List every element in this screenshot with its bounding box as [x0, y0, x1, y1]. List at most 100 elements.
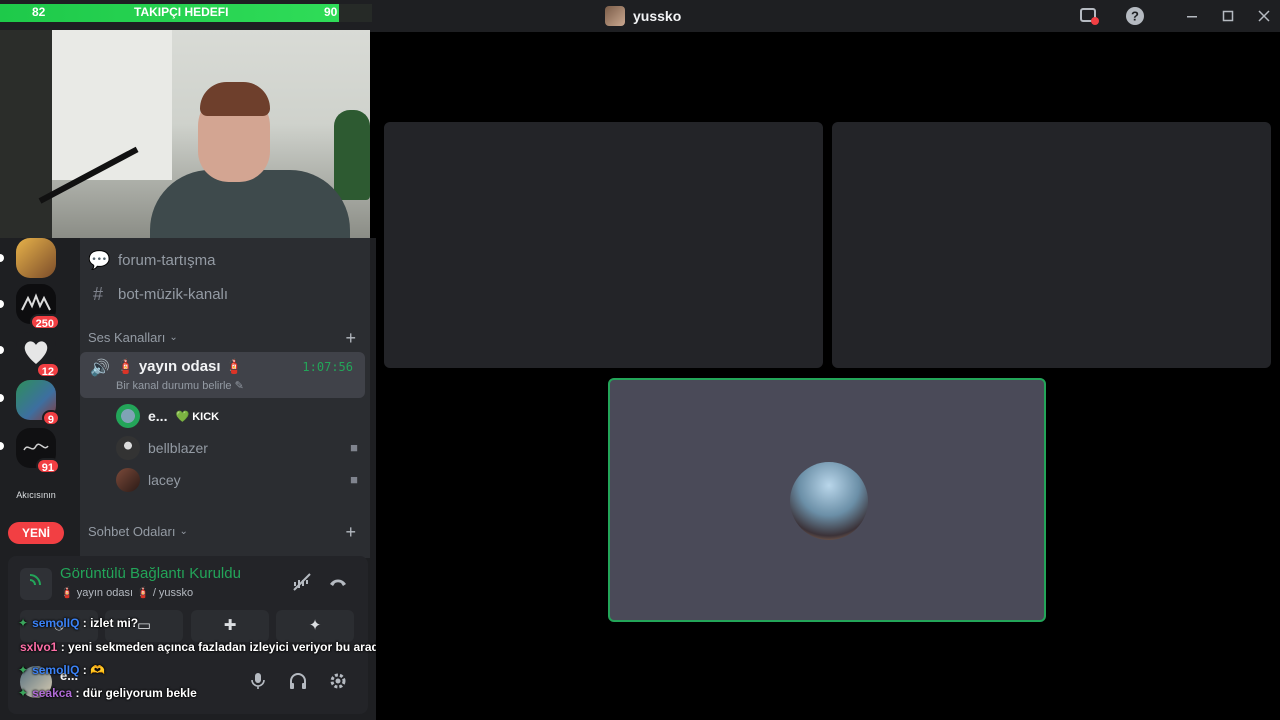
avatar: [116, 468, 140, 492]
voice-connection-title[interactable]: Görüntülü Bağlantı Kuruldu: [60, 565, 241, 582]
sparkle-icon: ✦: [18, 663, 29, 677]
voice-channel-name: 🧯 yayın odası 🧯: [116, 358, 244, 375]
follower-goal-bar: 82 TAKIPÇI HEDEFI 90: [0, 4, 372, 22]
avatar: [116, 436, 140, 460]
member-tag: 💚 KICK: [175, 410, 220, 423]
video-tile[interactable]: [832, 122, 1271, 368]
category-name: Ses Kanalları: [88, 330, 166, 345]
channel-bot-muzik-kanali[interactable]: # bot-müzik-kanalı: [88, 284, 228, 305]
server-icon[interactable]: 12: [16, 332, 60, 378]
voice-connection-subtitle[interactable]: 🧯 yayın odası 🧯 / yussko: [60, 586, 193, 599]
server-name-text[interactable]: Akıcısının: [14, 490, 58, 500]
voice-member[interactable]: lacey: [116, 468, 181, 492]
voice-channel-yayin-odasi[interactable]: 🔊 🧯 yayın odası 🧯 1:07:56 Bir kanal duru…: [80, 352, 365, 398]
member-name: bellblazer: [148, 440, 208, 456]
chat-text: : izlet mi?: [82, 616, 139, 630]
chat-message: sxlvo1 : yeni sekmeden açınca fazladan i…: [20, 640, 386, 654]
member-name: lacey: [148, 472, 181, 488]
streamer-webcam: [0, 30, 370, 238]
sparkle-icon: ✦: [18, 686, 29, 700]
goal-label: TAKIPÇI HEDEFI: [134, 5, 229, 19]
server-icon[interactable]: 9: [16, 380, 60, 426]
title-avatar: [605, 6, 625, 26]
server-unread-dot: [0, 300, 4, 308]
webcam-person-body: [150, 170, 350, 238]
server-unread-dot: [0, 442, 4, 450]
webcam-window: [52, 30, 172, 180]
voice-channel-status[interactable]: Bir kanal durumu belirle ✎: [116, 379, 244, 392]
pencil-icon: ✎: [234, 380, 244, 392]
category-name: Sohbet Odaları: [88, 524, 176, 539]
window-title: yussko: [633, 8, 682, 24]
new-servers-pill[interactable]: YENİ: [8, 522, 64, 544]
channel-name: forum-tartışma: [118, 252, 216, 269]
inbox-icon[interactable]: [1079, 6, 1099, 26]
svg-text:?: ?: [1131, 9, 1139, 24]
chat-username: seakca: [32, 686, 73, 700]
server-unread-dot: [0, 254, 4, 262]
chevron-down-icon: ⌄: [179, 526, 188, 537]
server-mention-badge: 250: [29, 314, 60, 330]
category-chat-rooms[interactable]: Sohbet Odaları ⌄: [88, 524, 188, 539]
server-unread-dot: [0, 346, 4, 354]
chat-message: ✦ semolIQ : 🫶: [18, 663, 105, 677]
microphone-icon[interactable]: [246, 672, 270, 696]
video-tile-speaking[interactable]: [608, 378, 1046, 622]
help-icon[interactable]: ?: [1125, 6, 1145, 26]
channel-name: bot-müzik-kanalı: [118, 286, 229, 303]
voice-member[interactable]: e... 💚 KICK: [116, 404, 219, 428]
server-unread-dot: [0, 394, 4, 402]
server-mention-badge: 12: [35, 362, 60, 378]
add-chat-channel-icon[interactable]: +: [345, 522, 356, 543]
camera-icon: ■: [350, 440, 358, 455]
channel-list: 💬 forum-tartışma # bot-müzik-kanalı Ses …: [80, 238, 370, 558]
chat-message: ✦ semolIQ : izlet mi?: [18, 616, 138, 630]
chevron-down-icon: ⌄: [169, 332, 178, 343]
chat-username: sxlvo1: [20, 640, 58, 654]
activities-icon: ✚: [223, 617, 237, 634]
voice-status-text: Bir kanal durumu belirle: [116, 380, 232, 392]
speaker-icon: 🔊: [90, 360, 110, 377]
app-root: yussko ? 82 TAKIPÇI HEDEFI 90 250 12 9 9…: [0, 0, 1280, 720]
video-tile[interactable]: [384, 122, 823, 368]
server-icon[interactable]: 91: [16, 428, 60, 474]
avatar: [116, 404, 140, 428]
gear-icon[interactable]: [326, 672, 350, 696]
screen-share-icon: ▭: [136, 617, 152, 634]
category-voice-channels[interactable]: Ses Kanalları ⌄: [88, 330, 178, 345]
server-mention-badge: 91: [35, 458, 60, 474]
close-icon[interactable]: [1254, 6, 1274, 26]
maximize-icon[interactable]: [1218, 6, 1238, 26]
noise-suppression-icon[interactable]: [290, 572, 314, 596]
participant-avatar: [790, 462, 868, 540]
goal-target: 90: [324, 5, 338, 19]
chat-text: : 🫶: [82, 663, 106, 677]
chat-text: : yeni sekmeden açınca fazladan izleyici…: [60, 640, 386, 654]
signal-icon[interactable]: [20, 568, 52, 600]
add-voice-channel-icon[interactable]: +: [345, 328, 356, 349]
server-list: 250 12 9 91: [0, 238, 72, 558]
webcam-person-hair: [200, 82, 270, 116]
webcam-background: [0, 30, 52, 238]
soundboard-button[interactable]: ✦: [276, 610, 354, 642]
voice-member[interactable]: bellblazer: [116, 436, 208, 460]
chat-text: : dür geliyorum bekle: [75, 686, 197, 700]
title-user: yussko: [605, 6, 681, 26]
chat-username: semolIQ: [32, 663, 80, 677]
channel-forum-tartisma[interactable]: 💬 forum-tartışma: [88, 250, 216, 271]
chat-username: semolIQ: [32, 616, 80, 630]
chat-message: ✦ seakca : dür geliyorum bekle: [18, 686, 197, 700]
minimize-icon[interactable]: [1182, 6, 1202, 26]
server-icon[interactable]: 250: [16, 284, 60, 330]
camera-icon: ■: [350, 472, 358, 487]
headphones-icon[interactable]: [286, 672, 310, 696]
activities-button[interactable]: ✚: [191, 610, 269, 642]
disconnect-icon[interactable]: [326, 572, 350, 596]
webcam-tree: [334, 110, 370, 200]
soundboard-icon: ✦: [308, 617, 322, 634]
voice-channel-timer: 1:07:56: [302, 360, 353, 374]
goal-current: 82: [32, 5, 46, 19]
sparkle-icon: ✦: [18, 616, 29, 630]
member-name: e...: [148, 408, 168, 424]
server-icon[interactable]: [16, 238, 56, 278]
